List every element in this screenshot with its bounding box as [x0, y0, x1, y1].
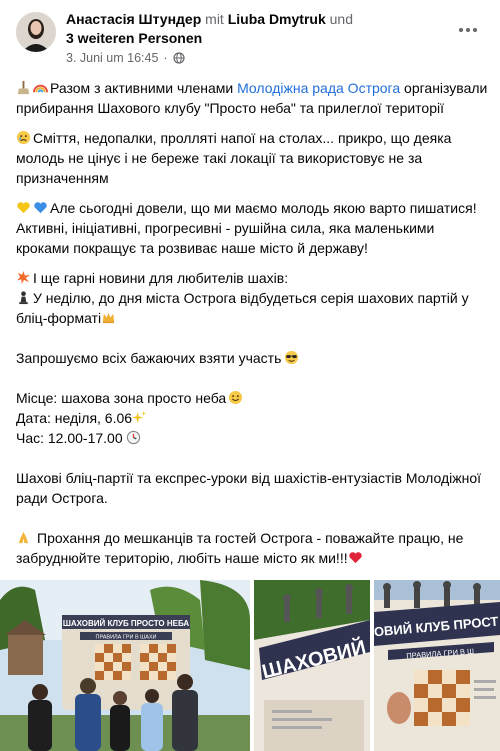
- post-meta: 3. Juni um 16:45 ·: [66, 51, 185, 65]
- paragraph-2: Сміття, недопалки, пролляті напої на сто…: [16, 128, 490, 188]
- paragraph-1: Разом з активними членами Молодіжна рада…: [16, 78, 490, 118]
- folded-hands-icon: [18, 531, 29, 544]
- paragraph-10: Шахові бліц-партії та експрес-уроки від …: [16, 468, 490, 508]
- paragraph-4-text: І ще гарні новини для любителів шахів:: [33, 270, 289, 286]
- more-options-icon[interactable]: [452, 18, 484, 42]
- smiling-face-icon: [229, 390, 243, 405]
- broom-icon: [17, 80, 30, 95]
- paragraph-10-text: Шахові бліц-партії та експрес-уроки від …: [16, 470, 482, 506]
- paragraph-6-text: Запрошуємо всіх бажаючих взяти участь: [16, 350, 282, 366]
- sign-title-text: ШАХОВИЙ КЛУБ ПРОСТО НЕБА: [63, 619, 190, 628]
- paragraph-6: Запрошуємо всіх бажаючих взяти участь: [16, 348, 490, 368]
- tagged-person[interactable]: Liuba Dmytruk: [228, 11, 326, 27]
- crown-icon: [102, 312, 115, 324]
- paragraph-7-text: Місце: шахова зона просто неба: [16, 390, 227, 406]
- chess-pawn-icon: [19, 291, 28, 305]
- sign-subtitle-text: ПРАВИЛА ГРИ В ШАХИ: [95, 635, 156, 641]
- avatar[interactable]: [16, 12, 56, 52]
- sunglasses-face-icon: [285, 350, 299, 365]
- paragraph-8-text: Дата: неділя, 6.06: [16, 410, 133, 426]
- sad-face-icon: [16, 130, 31, 145]
- paragraph-5: У неділю, до дня міста Острога відбудеть…: [16, 288, 490, 328]
- post-header: Анастасія Штундер mit Liuba Dmytruk und …: [66, 10, 446, 48]
- paragraph-2-text: Сміття, недопалки, пролляті напої на сто…: [16, 130, 452, 186]
- sparkles-icon: [132, 410, 147, 424]
- sparkle-burst-icon: [16, 270, 31, 285]
- youth-council-link[interactable]: Молодіжна рада Острога: [237, 80, 400, 96]
- photo-grid: ШАХОВИЙ КЛУБ ПРОСТО НЕБА ПРАВИЛА ГРИ В Ш…: [0, 580, 500, 751]
- paragraph-11-text: Прохання до мешканців та гостей Острога …: [16, 530, 464, 566]
- photo-sign-closeup[interactable]: ШАХОВИЙ: [254, 580, 370, 751]
- photo-chessboard-closeup[interactable]: ОВИЙ КЛУБ ПРОСТ ПРАВИЛА ГРИ В Ш: [374, 580, 500, 751]
- paragraph-8: Дата: неділя, 6.06: [16, 408, 490, 428]
- rainbow-icon: [33, 84, 48, 93]
- and-word: und: [329, 11, 353, 27]
- yellow-heart-icon: [17, 202, 30, 214]
- facebook-post: Анастасія Штундер mit Liuba Dmytruk und …: [0, 0, 500, 751]
- paragraph-5-text: У неділю, до дня міста Острога відбудеть…: [16, 290, 469, 326]
- paragraph-3-text: Але сьогодні довели, що ми маємо молодь …: [16, 200, 477, 256]
- paragraph-3: Але сьогодні довели, що ми маємо молодь …: [16, 198, 490, 258]
- others-link[interactable]: 3 weiteren Personen: [66, 30, 202, 46]
- paragraph-1-text: Разом з активними членами: [50, 80, 234, 96]
- globe-icon[interactable]: [172, 52, 185, 64]
- with-word: mit: [205, 11, 224, 27]
- post-date[interactable]: 3. Juni um 16:45: [66, 51, 158, 65]
- photo-group[interactable]: ШАХОВИЙ КЛУБ ПРОСТО НЕБА ПРАВИЛА ГРИ В Ш…: [0, 580, 250, 751]
- red-heart-icon: [348, 552, 362, 564]
- paragraph-7: Місце: шахова зона просто неба: [16, 388, 490, 408]
- paragraph-4: І ще гарні новини для любителів шахів:: [16, 268, 490, 288]
- post-body: Разом з активними членами Молодіжна рада…: [16, 78, 490, 568]
- paragraph-9-text: Час: 12.00-17.00: [16, 430, 123, 446]
- blue-heart-icon: [34, 202, 47, 214]
- paragraph-9: Час: 12.00-17.00: [16, 428, 490, 448]
- author-name[interactable]: Анастасія Штундер: [66, 11, 201, 27]
- clock-icon: [126, 430, 140, 445]
- paragraph-11: Прохання до мешканців та гостей Острога …: [16, 528, 490, 568]
